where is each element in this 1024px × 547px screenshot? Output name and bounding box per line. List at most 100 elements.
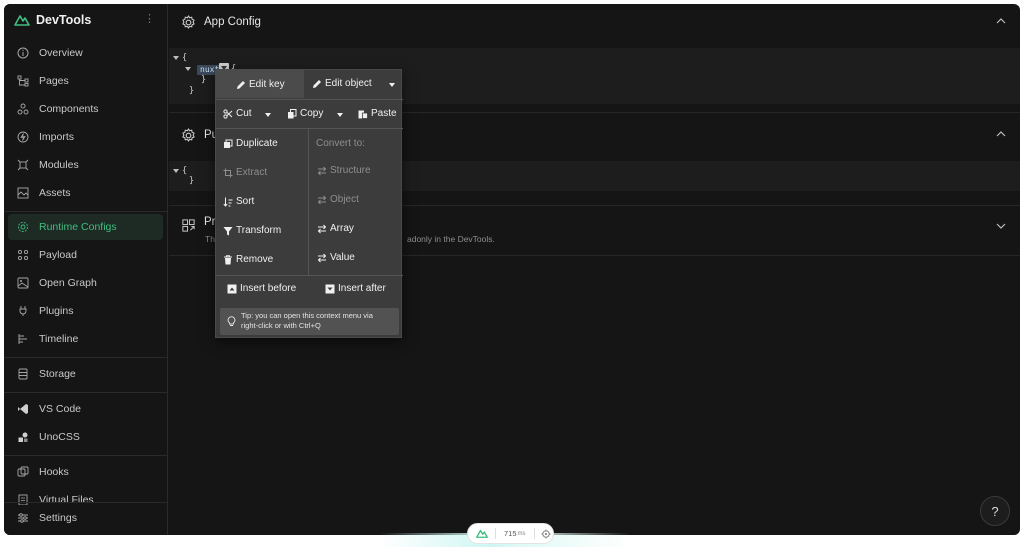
tree-icon [16,74,30,88]
inspect-target-icon[interactable] [541,529,551,539]
sidebar-item-label: Plugins [39,305,74,317]
crop-icon [222,167,233,178]
paste-label: Paste [371,108,397,119]
pill-divider [495,528,496,539]
json-line: } [189,176,195,186]
sidebar: DevTools ⋮ Overview Pages Components Imp… [4,4,168,535]
sidebar-item-label: UnoCSS [39,431,80,443]
chevron-up-icon[interactable] [996,129,1006,139]
convert-structure-button[interactable]: Structure [316,165,371,176]
sidebar-divider [4,211,168,212]
convert-value-button[interactable]: Value [316,252,355,263]
sidebar-item-storage[interactable]: Storage [8,361,163,387]
sidebar-item-assets[interactable]: Assets [8,180,163,206]
storage-icon [16,367,30,381]
sidebar-item-modules[interactable]: Modules [8,152,163,178]
edit-object-label: Edit object [325,78,372,89]
cut-button[interactable]: Cut [222,108,252,119]
swap-icon [316,252,327,263]
render-time-unit: ms [517,530,526,537]
filter-icon [222,225,233,236]
sidebar-item-plugins[interactable]: Plugins [8,298,163,324]
convert-array-button[interactable]: Array [316,223,354,234]
copy-button[interactable]: Copy [286,108,323,119]
copy-label: Copy [300,108,324,119]
payload-icon [16,248,30,262]
tip-line-2: right-click or with Ctrl+Q [241,321,321,330]
sidebar-item-label: Pages [39,75,69,87]
settings-button[interactable]: Settings [8,505,163,531]
sidebar-item-runtime-configs[interactable]: Runtime Configs [8,214,163,240]
collapse-caret-icon[interactable] [185,66,191,71]
extract-button[interactable]: Extract [222,167,267,178]
chevron-down-icon[interactable] [996,221,1006,231]
convert-to-label: Convert to: [316,138,365,149]
sidebar-item-vscode[interactable]: VS Code [8,396,163,422]
copy-dropdown-icon[interactable] [337,113,343,117]
duplicate-icon [222,138,233,149]
sidebar-item-label: Assets [39,187,71,199]
gear-icon [16,220,30,234]
extract-label: Extract [236,167,268,178]
sidebar-item-label: Runtime Configs [39,221,117,233]
sliders-icon [16,511,30,525]
insert-before-button[interactable]: Insert before [226,283,296,294]
pill-divider [533,528,535,539]
sidebar-divider [4,392,168,393]
insert-after-button[interactable]: Insert after [324,283,386,294]
swap-icon [316,223,327,234]
edit-object-dropdown-icon[interactable] [389,83,395,87]
sidebar-item-label: Hooks [39,466,69,478]
collapse-caret-icon[interactable] [173,168,179,173]
sidebar-item-unocss[interactable]: UnoCSS [8,424,163,450]
sidebar-item-payload[interactable]: Payload [8,242,163,268]
convert-to-heading: Convert to: [316,138,365,149]
edit-object-button[interactable]: Edit object [311,78,372,89]
convert-object-button[interactable]: Object [316,194,359,205]
sidebar-item-imports[interactable]: Imports [8,124,163,150]
sidebar-divider [4,357,168,358]
pencil-icon [235,79,246,90]
array-label: Array [330,223,354,234]
transform-button[interactable]: Transform [222,225,281,236]
lightbulb-icon [227,316,236,326]
sidebar-item-components[interactable]: Components [8,96,163,122]
remove-button[interactable]: Remove [222,254,273,265]
section-title: App Config [204,16,261,28]
sidebar-divider [4,455,168,456]
copy-icon [286,108,297,119]
unocss-icon [16,430,30,444]
sidebar-item-hooks[interactable]: Hooks [8,459,163,485]
app-title: DevTools [36,13,92,27]
sidebar-item-open-graph[interactable]: Open Graph [8,270,163,296]
sidebar-item-label: Payload [39,249,77,261]
json-line: { [173,166,187,176]
edit-key-label: Edit key [249,79,285,90]
swap-icon [316,194,327,205]
chevron-up-icon[interactable] [996,16,1006,26]
sidebar-item-timeline[interactable]: Timeline [8,326,163,352]
components-icon [16,102,30,116]
pencil-icon [311,78,322,89]
transform-label: Transform [236,225,282,236]
paste-icon [357,108,368,119]
collapse-caret-icon[interactable] [173,55,179,60]
sidebar-divider [4,502,168,503]
info-circle-icon [16,46,30,60]
duplicate-button[interactable]: Duplicate [222,138,278,149]
menu-divider [216,128,403,129]
sidebar-item-label: Storage [39,368,76,380]
devtools-status-pill[interactable]: 715 ms [467,523,554,544]
sort-button[interactable]: Sort [222,196,254,207]
kebab-menu-icon[interactable]: ⋮ [144,14,155,25]
help-button[interactable]: ? [980,496,1010,526]
sidebar-item-pages[interactable]: Pages [8,68,163,94]
sidebar-item-label: Imports [39,131,75,143]
edit-key-button[interactable]: Edit key [235,79,285,90]
sidebar-item-overview[interactable]: Overview [8,40,163,66]
sidebar-item-label: Components [39,103,99,115]
menu-divider [216,275,403,276]
paste-button[interactable]: Paste [357,108,397,119]
cut-dropdown-icon[interactable] [265,113,271,117]
app-config-header[interactable]: App Config [169,4,1020,40]
